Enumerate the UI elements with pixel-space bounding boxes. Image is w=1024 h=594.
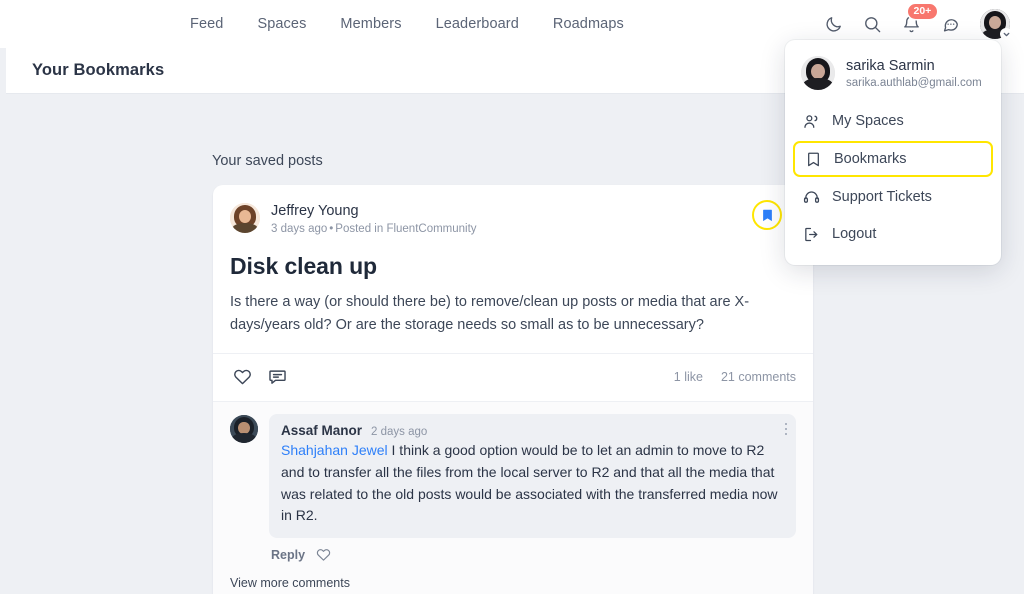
nav-link-feed[interactable]: Feed — [190, 16, 223, 32]
chat-icon[interactable] — [939, 13, 961, 35]
dropdown-avatar — [801, 56, 835, 90]
post-author-name[interactable]: Jeffrey Young — [271, 202, 477, 220]
dropdown-user-text: sarika Sarmin sarika.authlab@gmail.com — [846, 57, 982, 89]
dropdown-user-name: sarika Sarmin — [846, 57, 935, 74]
comment-icon[interactable] — [265, 365, 289, 389]
notification-badge: 20+ — [908, 4, 937, 19]
dropdown-item-label: Bookmarks — [834, 151, 907, 167]
dropdown-user-email: sarika.authlab@gmail.com — [846, 77, 982, 90]
dropdown-item-logout[interactable]: Logout — [793, 217, 993, 251]
comment-time: 2 days ago — [371, 425, 428, 438]
comment-header: Assaf Manor 2 days ago — [281, 423, 784, 438]
section-label: Your saved posts — [212, 153, 323, 169]
nav-link-spaces[interactable]: Spaces — [257, 16, 306, 32]
dropdown-item-label: Logout — [832, 226, 877, 242]
view-more-comments-link[interactable]: View more comments — [230, 576, 796, 590]
nav-link-members[interactable]: Members — [340, 16, 401, 32]
comment-content: Assaf Manor 2 days ago Shahjahan Jewel I… — [230, 413, 796, 590]
post-actions: 1 like 21 comments — [213, 352, 813, 401]
comment-footer: Reply — [271, 547, 796, 562]
post-time: 3 days ago — [271, 223, 328, 236]
comment-text: Shahjahan Jewel I think a good option wo… — [281, 440, 784, 527]
dropdown-item-my-spaces[interactable]: My Spaces — [793, 104, 993, 138]
post-title[interactable]: Disk clean up — [230, 253, 796, 280]
comment-mention[interactable]: Shahjahan Jewel — [281, 442, 388, 458]
comment-bubble: Assaf Manor 2 days ago Shahjahan Jewel I… — [269, 413, 796, 539]
comment-count[interactable]: 21 comments — [721, 370, 796, 384]
post-body: Is there a way (or should there be) to r… — [230, 294, 750, 334]
dropdown-item-label: My Spaces — [832, 113, 904, 129]
post-counts: 1 like 21 comments — [674, 370, 796, 384]
comment-item: Assaf Manor 2 days ago Shahjahan Jewel I… — [230, 413, 796, 590]
comments-section: Assaf Manor 2 days ago Shahjahan Jewel I… — [213, 400, 813, 594]
nav-link-leaderboard[interactable]: Leaderboard — [436, 16, 519, 32]
dropdown-item-label: Support Tickets — [832, 189, 932, 205]
comment-menu-icon[interactable] — [784, 422, 787, 436]
bookmark-icon — [804, 150, 822, 168]
chevron-down-icon — [1000, 28, 1012, 40]
bookmark-filled-icon[interactable] — [752, 200, 782, 230]
dropdown-item-bookmarks[interactable]: Bookmarks — [793, 141, 993, 177]
post-space[interactable]: Posted in FluentCommunity — [335, 223, 476, 235]
comment-author-avatar[interactable] — [230, 414, 258, 443]
bell-icon[interactable]: 20+ — [900, 4, 937, 35]
nav-links: Feed Spaces Members Leaderboard Roadmaps — [190, 16, 624, 32]
post-header: Jeffrey Young 3 days ago • Posted in Fluen… — [213, 185, 813, 235]
user-dropdown-menu: sarika Sarmin sarika.authlab@gmail.com M… — [785, 40, 1001, 265]
comment-author-name[interactable]: Assaf Manor — [281, 423, 362, 438]
comment-reply-button[interactable]: Reply — [271, 548, 305, 562]
like-count[interactable]: 1 like — [674, 370, 703, 384]
search-icon[interactable] — [861, 13, 883, 35]
user-avatar-button[interactable] — [980, 9, 1012, 40]
post-meta: Jeffrey Young 3 days ago • Posted in Fluen… — [271, 202, 477, 235]
dropdown-user-info[interactable]: sarika Sarmin sarika.authlab@gmail.com — [785, 54, 1001, 90]
moon-icon[interactable] — [822, 13, 844, 35]
headset-icon — [802, 188, 820, 206]
people-icon — [802, 112, 820, 130]
page-title: Your Bookmarks — [32, 61, 165, 79]
post-author-avatar[interactable] — [230, 203, 260, 233]
post-card: Jeffrey Young 3 days ago • Posted in Fluen… — [213, 185, 813, 594]
dropdown-item-support-tickets[interactable]: Support Tickets — [793, 180, 993, 214]
post-submeta: 3 days ago • Posted in FluentCommunity — [271, 223, 477, 235]
nav-link-roadmaps[interactable]: Roadmaps — [553, 16, 624, 32]
dropdown-items: My Spaces Bookmarks Support Tickets Logo… — [785, 104, 1001, 251]
heart-icon[interactable] — [230, 365, 254, 389]
logout-icon — [802, 225, 820, 243]
comment-like-icon[interactable] — [316, 547, 331, 562]
